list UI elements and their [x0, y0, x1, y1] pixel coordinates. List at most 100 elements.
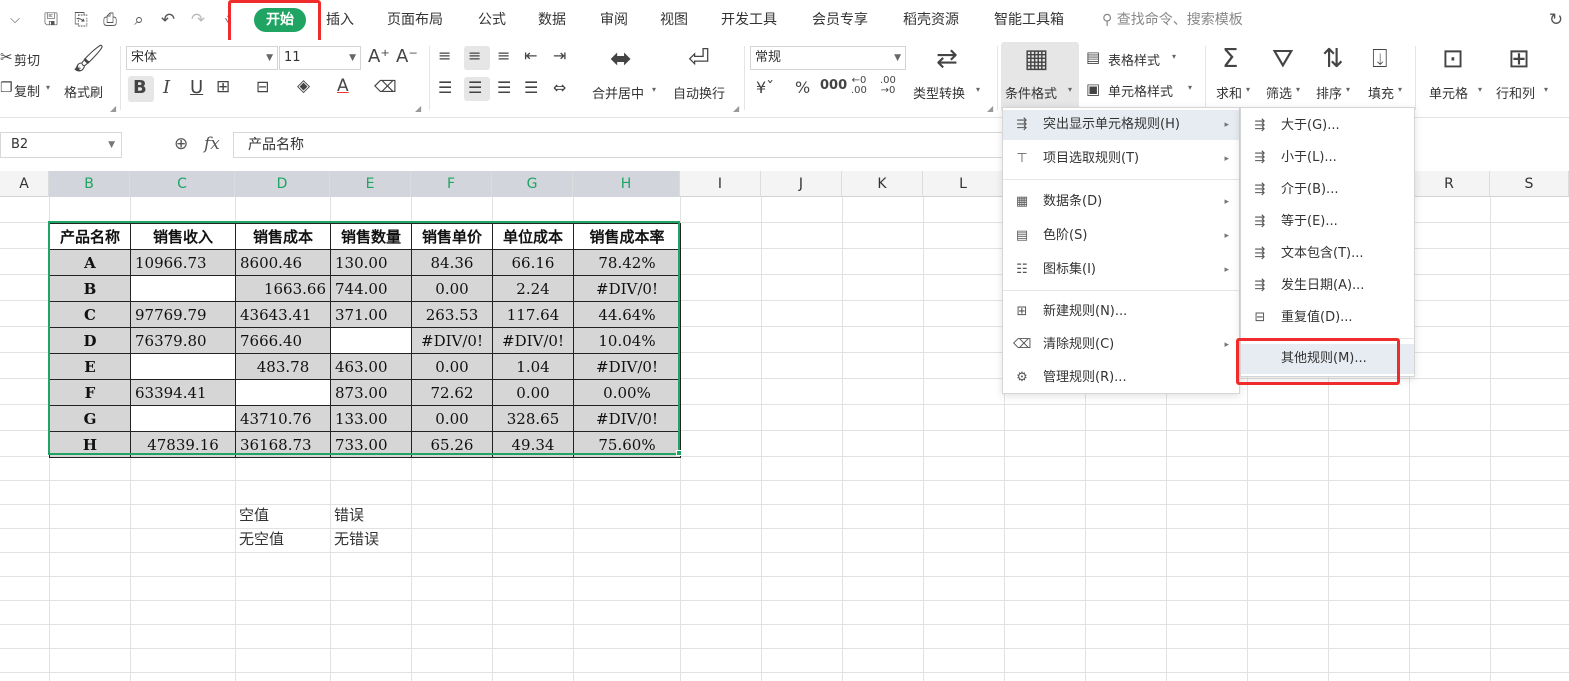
menu-item-top-bottom-rules[interactable]: ⊤ 项目选取规则(T) ▸ [1003, 144, 1239, 174]
export-icon[interactable]: ⎘ [70, 9, 92, 31]
cell-style-button[interactable]: 单元格样式 [1108, 81, 1173, 100]
table-cell[interactable]: H [49, 431, 131, 458]
justify-icon[interactable]: ☰ [524, 78, 538, 97]
merge-center-button[interactable]: 合并居中 [592, 83, 644, 102]
chevron-down-icon[interactable]: ▾ [1544, 85, 1548, 94]
conditional-format-icon[interactable]: ▦ [1024, 44, 1049, 74]
fill-button[interactable]: 填充 [1368, 83, 1394, 102]
tab-data[interactable]: 数据 [538, 10, 566, 30]
table-cell[interactable]: #DIV/0! [573, 275, 681, 302]
tab-smart-toolbox[interactable]: 智能工具箱 [994, 10, 1064, 30]
brush-icon[interactable]: 🖌 [72, 44, 105, 74]
table-cell[interactable] [130, 405, 236, 432]
indent-increase-icon[interactable]: ⇥ [553, 46, 566, 65]
table-header-cell[interactable]: 销售收入 [130, 223, 236, 250]
font-name-select[interactable]: 宋体 ▼ [126, 46, 278, 70]
submenu-item-greater-than[interactable]: ⇶ 大于(G)... [1241, 111, 1414, 141]
chevron-down-icon[interactable]: ▾ [1346, 85, 1350, 94]
zoom-icon[interactable]: ⊕ [174, 134, 188, 154]
print-preview-icon[interactable]: ⌕ [128, 9, 150, 31]
scissors-icon[interactable]: ✂ [0, 48, 13, 66]
chevron-down-icon[interactable]: ▾ [1398, 85, 1402, 94]
format-painter-button[interactable]: 格式刷 [64, 82, 103, 101]
wrap-text-button[interactable]: 自动换行 [673, 83, 725, 102]
note-error[interactable]: 错误 [334, 504, 364, 525]
font-color-icon[interactable]: A [337, 76, 349, 96]
align-top-icon[interactable]: ≡ [438, 46, 451, 65]
copy-icon[interactable]: ❐ [0, 80, 13, 96]
thousands-icon[interactable]: 000 [820, 78, 847, 93]
menu-item-new-rule[interactable]: ⊞ 新建规则(N)... [1003, 297, 1239, 327]
column-header-a[interactable]: A [0, 171, 49, 197]
align-bottom-icon[interactable]: ≡ [497, 46, 510, 65]
chevron-down-icon[interactable]: ▾ [1172, 52, 1176, 61]
dialog-launcher-icon[interactable]: ◢ [110, 104, 116, 113]
wrap-text-icon[interactable]: ⏎ [688, 44, 710, 74]
table-cell[interactable]: C [49, 301, 131, 328]
fill-color-icon[interactable]: ◈ [297, 76, 310, 96]
undo-icon[interactable]: ↶ [157, 9, 179, 31]
print-icon[interactable]: ⎙ [99, 9, 121, 31]
number-format-select[interactable]: 常规 ▼ [750, 46, 906, 70]
sort-icon[interactable]: ⇅ [1322, 44, 1344, 74]
table-header-cell[interactable]: 销售成本 [235, 223, 331, 250]
align-right-icon[interactable]: ☰ [497, 78, 511, 97]
cell-style-icon[interactable]: ▣ [1086, 80, 1100, 98]
tab-docer[interactable]: 稻壳资源 [903, 10, 959, 30]
tab-insert[interactable]: 插入 [326, 10, 354, 30]
chevron-down-icon[interactable]: ▾ [1188, 83, 1192, 92]
eraser-icon[interactable]: ⌫ [374, 77, 397, 96]
column-header-e[interactable]: E [330, 171, 411, 197]
submenu-item-equal-to[interactable]: ⇶ 等于(E)... [1241, 207, 1414, 237]
table-cell[interactable]: 0.00 [411, 275, 493, 302]
tab-home[interactable]: 开始 [254, 8, 306, 32]
table-cell[interactable]: 1663.66 [235, 275, 331, 302]
table-cell[interactable]: 328.65 [492, 405, 574, 432]
table-cell[interactable] [330, 327, 412, 354]
indent-decrease-icon[interactable]: ⇤ [524, 46, 537, 65]
table-cell[interactable]: 733.00 [330, 431, 412, 458]
sum-icon[interactable]: Σ [1222, 44, 1238, 74]
column-header-i[interactable]: I [680, 171, 761, 197]
dialog-launcher-icon[interactable]: ◢ [415, 104, 421, 113]
menu-item-icon-sets[interactable]: ☷ 图标集(I) ▸ [1003, 255, 1239, 285]
column-header-k[interactable]: K [842, 171, 923, 197]
column-header-l[interactable]: L [923, 171, 1004, 197]
table-header-cell[interactable]: 单位成本 [492, 223, 574, 250]
table-cell[interactable]: 10966.73 [130, 249, 236, 276]
table-cell[interactable]: 130.00 [330, 249, 412, 276]
border-icon[interactable]: ⊞ [216, 77, 230, 97]
table-header-cell[interactable]: 销售数量 [330, 223, 412, 250]
table-cell[interactable]: 36168.73 [235, 431, 331, 458]
column-header-c[interactable]: C [130, 171, 235, 197]
tab-page-layout[interactable]: 页面布局 [387, 10, 443, 30]
table-style-icon[interactable]: ▤ [1086, 48, 1100, 66]
tab-formula[interactable]: 公式 [478, 10, 506, 30]
note-not-empty[interactable]: 无空值 [239, 528, 284, 549]
table-cell[interactable]: 0.00% [573, 379, 681, 406]
table-cell[interactable]: 49.34 [492, 431, 574, 458]
filter-icon[interactable]: ⛛ [1272, 44, 1294, 75]
chevron-down-icon[interactable]: ▾ [652, 85, 656, 94]
name-box[interactable]: B2 ▼ [0, 132, 122, 158]
cell-button[interactable]: 单元格 [1429, 83, 1468, 102]
table-cell[interactable]: F [49, 379, 131, 406]
conditional-format-button[interactable]: 条件格式 [1005, 83, 1057, 102]
chevron-down-icon[interactable]: ▾ [1296, 85, 1300, 94]
table-cell[interactable]: 44.64% [573, 301, 681, 328]
chevron-down-icon[interactable]: ⌵ [4, 9, 26, 31]
chevron-down-icon[interactable]: ▾ [976, 85, 980, 94]
table-cell[interactable]: #DIV/0! [411, 327, 493, 354]
search-box[interactable]: ⚲ 查找命令、搜索模板 [1102, 10, 1243, 30]
column-header-g[interactable]: G [492, 171, 573, 197]
fill-pattern-icon[interactable]: ⊟ [256, 77, 269, 96]
table-cell[interactable]: 483.78 [235, 353, 331, 380]
table-cell[interactable]: 75.60% [573, 431, 681, 458]
column-header-r[interactable]: R [1409, 171, 1490, 197]
copy-button[interactable]: 复制 [14, 81, 40, 100]
sum-button[interactable]: 求和 [1216, 83, 1242, 102]
menu-item-highlight-rules[interactable]: ⇶ 突出显示单元格规则(H) ▸ [1003, 110, 1239, 140]
fill-handle[interactable] [676, 450, 682, 456]
table-cell[interactable]: #DIV/0! [573, 353, 681, 380]
column-header-s[interactable]: S [1490, 171, 1569, 197]
